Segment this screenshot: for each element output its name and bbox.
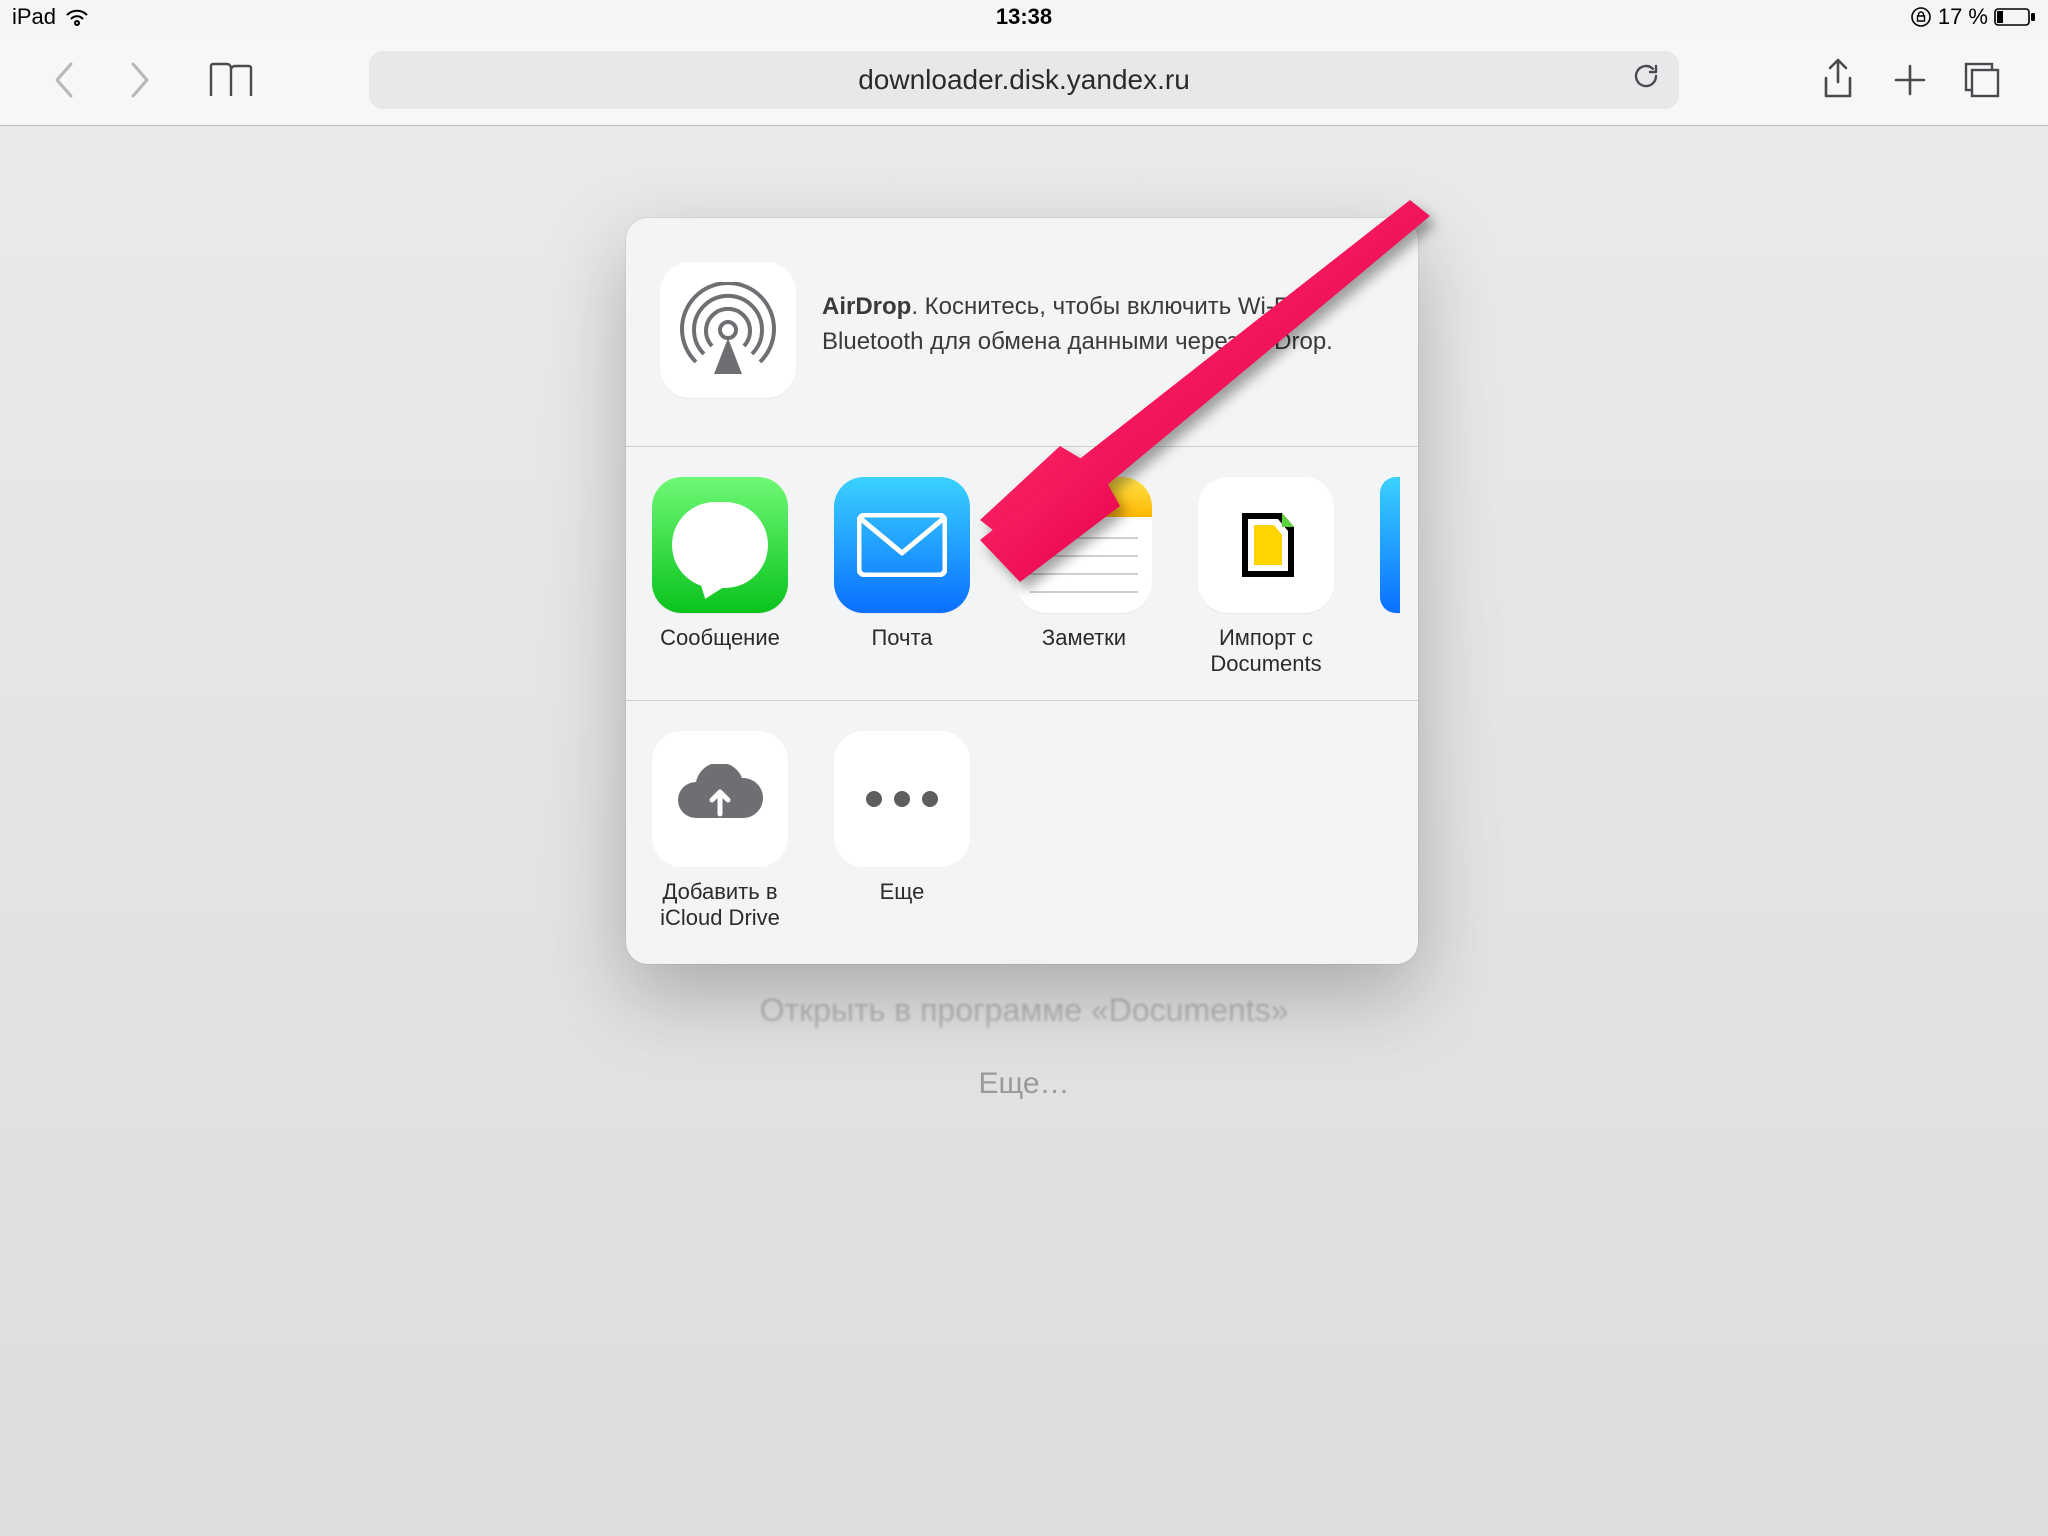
airdrop-icon — [660, 262, 796, 398]
safari-toolbar: downloader.disk.yandex.ru — [0, 34, 2048, 126]
partial-app-icon — [1380, 477, 1400, 613]
background-action-text: Открыть в программе «Documents» Еще… — [0, 992, 2048, 1101]
forward-button[interactable] — [102, 50, 174, 110]
device-label: iPad — [12, 4, 56, 30]
orientation-lock-icon — [1910, 6, 1932, 28]
open-in-line: Открыть в программе «Documents» — [0, 992, 2048, 1029]
app-label: Почта — [871, 625, 932, 677]
share-actions-row[interactable]: Добавить в iCloud Drive Еще — [626, 701, 1418, 964]
battery-percent: 17 % — [1938, 4, 1988, 30]
messages-icon — [652, 477, 788, 613]
share-app-notes[interactable]: Заметки — [1016, 477, 1152, 678]
tabs-button[interactable] — [1946, 50, 2018, 110]
action-more[interactable]: Еще — [834, 731, 970, 932]
status-bar: iPad 13:38 17 % — [0, 0, 2048, 34]
mail-icon — [834, 477, 970, 613]
share-app-documents[interactable]: Импорт с Documents — [1198, 477, 1334, 678]
more-icon — [834, 731, 970, 867]
share-apps-row[interactable]: Сообщение Почта Заметки Импорт с Documen… — [626, 447, 1418, 701]
bookmarks-button[interactable] — [196, 50, 268, 110]
more-link[interactable]: Еще… — [0, 1067, 2048, 1101]
airdrop-title: AirDrop — [822, 293, 911, 320]
battery-icon — [1994, 7, 2036, 27]
airdrop-section[interactable]: AirDrop. Коснитесь, чтобы включить Wi-Fi… — [626, 218, 1418, 447]
clock: 13:38 — [996, 4, 1052, 30]
icloud-upload-icon — [652, 731, 788, 867]
new-tab-button[interactable] — [1874, 50, 1946, 110]
share-sheet: AirDrop. Коснитесь, чтобы включить Wi-Fi… — [626, 218, 1418, 964]
airdrop-text: AirDrop. Коснитесь, чтобы включить Wi-Fi… — [822, 262, 1384, 360]
share-app-mail[interactable]: Почта — [834, 477, 970, 678]
app-label: Сообщение — [660, 625, 780, 677]
action-label: Еще — [880, 879, 925, 931]
share-app-messages[interactable]: Сообщение — [652, 477, 788, 678]
address-bar[interactable]: downloader.disk.yandex.ru — [369, 51, 1679, 109]
reload-icon[interactable] — [1631, 61, 1661, 98]
action-label: Добавить в iCloud Drive — [652, 879, 788, 932]
action-icloud-drive[interactable]: Добавить в iCloud Drive — [652, 731, 788, 932]
app-label: Импорт с Documents — [1198, 625, 1334, 678]
share-button[interactable] — [1802, 50, 1874, 110]
wifi-icon — [64, 7, 90, 27]
app-label: Заметки — [1042, 625, 1126, 677]
url-text: downloader.disk.yandex.ru — [858, 64, 1190, 96]
notes-icon — [1016, 477, 1152, 613]
share-app-partial[interactable] — [1380, 477, 1400, 678]
documents-icon — [1198, 477, 1334, 613]
back-button[interactable] — [30, 50, 102, 110]
